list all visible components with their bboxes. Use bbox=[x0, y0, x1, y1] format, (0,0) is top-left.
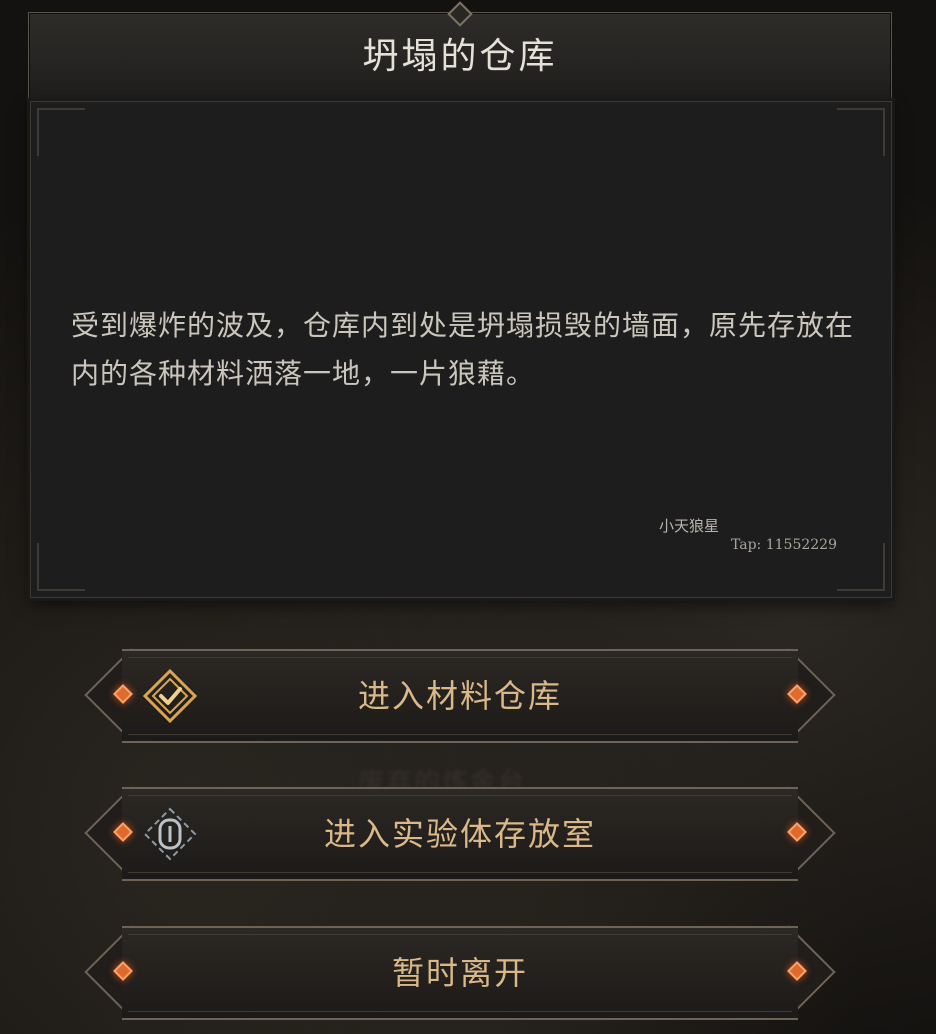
corner-ornament bbox=[37, 543, 85, 591]
choice-enter-specimen-room[interactable]: 进入实验体存放室 bbox=[84, 786, 836, 881]
event-description-panel: 受到爆炸的波及，仓库内到处是坍塌损毁的墙面，原先存放在内的各种材料洒落一地，一片… bbox=[30, 101, 892, 598]
choice-label: 进入材料仓库 bbox=[357, 677, 562, 715]
choice-label: 暂时离开 bbox=[391, 954, 528, 992]
event-description: 受到爆炸的波及，仓库内到处是坍塌损毁的墙面，原先存放在内的各种材料洒落一地，一片… bbox=[71, 309, 855, 390]
event-title-bar: 坍塌的仓库 bbox=[28, 1, 892, 100]
corner-ornament bbox=[837, 543, 885, 591]
event-title: 坍塌的仓库 bbox=[362, 36, 558, 77]
watermark-name: 小天狼星 bbox=[659, 517, 720, 535]
choice-label: 进入实验体存放室 bbox=[323, 815, 596, 853]
corner-ornament bbox=[37, 108, 85, 156]
choice-leave-for-now[interactable]: 暂时离开 bbox=[84, 925, 836, 1020]
watermark-tap-id: Tap: 11552229 bbox=[731, 537, 837, 553]
choice-enter-material-warehouse[interactable]: 进入材料仓库 bbox=[84, 648, 836, 743]
corner-ornament bbox=[837, 108, 885, 156]
